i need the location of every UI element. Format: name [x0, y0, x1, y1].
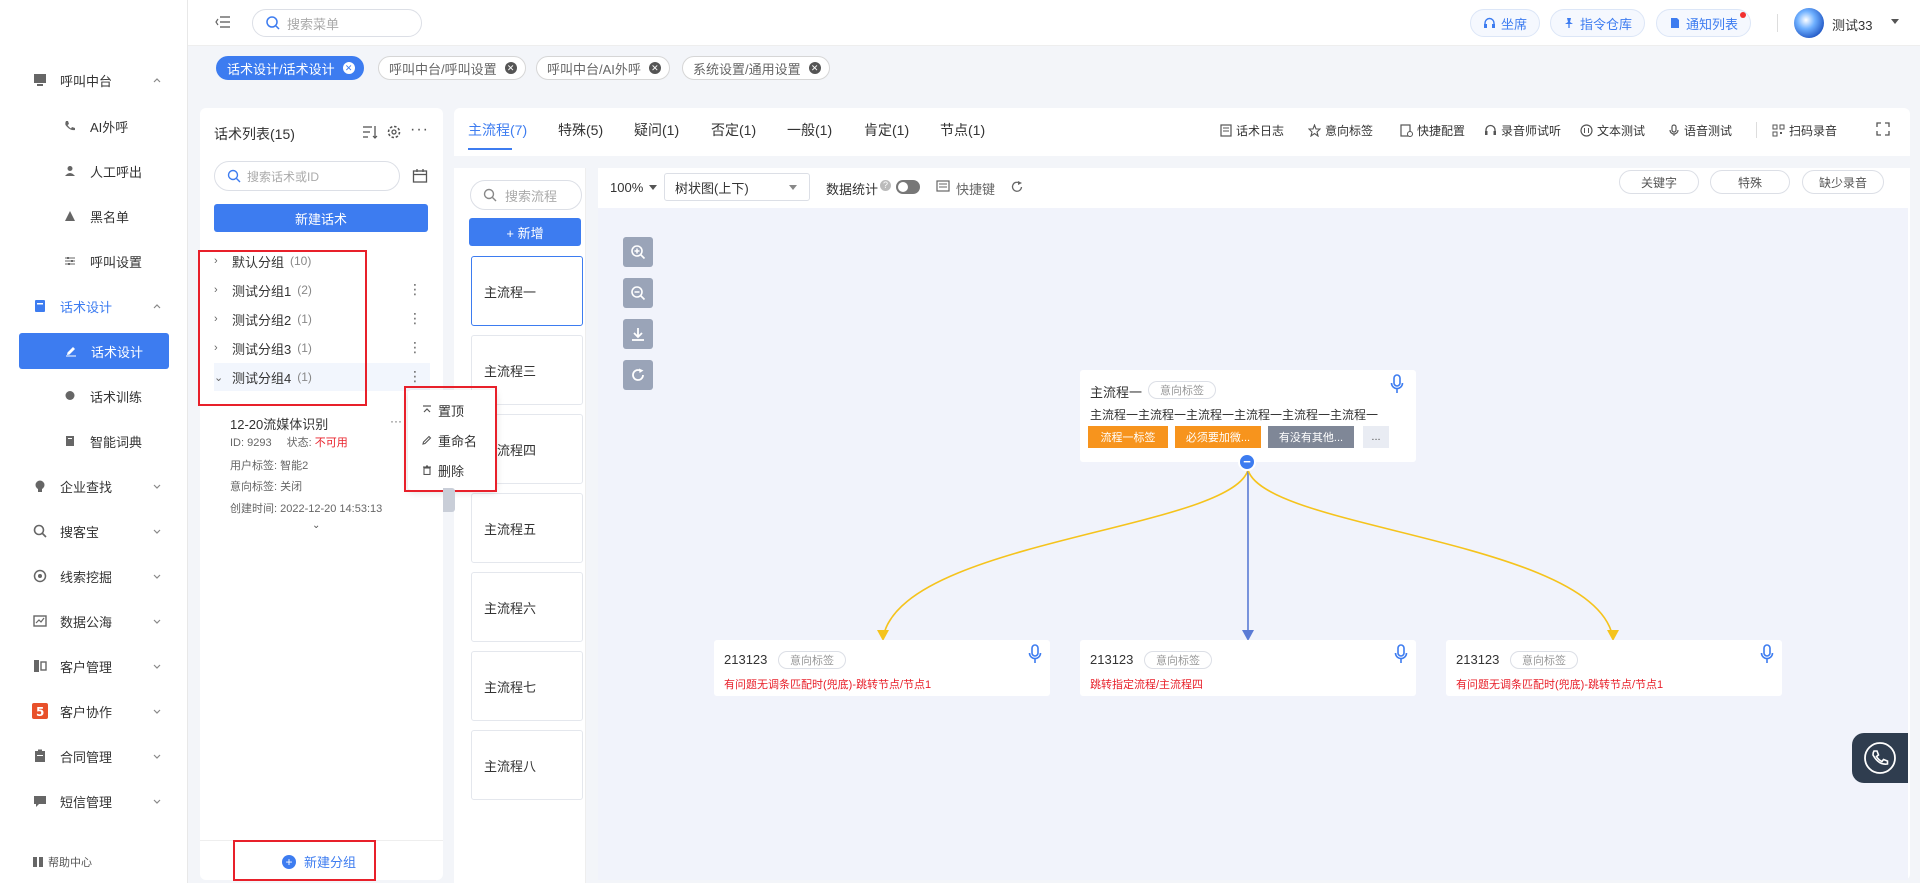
- microphone-icon[interactable]: [1390, 374, 1404, 394]
- collapse-node-icon[interactable]: −: [1238, 453, 1256, 471]
- node-text: 有问题无调条匹配时(兜底)-跳转节点/节点1: [724, 679, 932, 691]
- node-title: 213123: [1090, 652, 1134, 667]
- node-title: 213123: [1456, 652, 1500, 667]
- intent-tag-badge[interactable]: 意向标签: [1148, 381, 1216, 399]
- node-tag-button[interactable]: 有没有其他...: [1268, 426, 1354, 448]
- highlight-box: [404, 386, 497, 492]
- flow-node-root[interactable]: 主流程一 意向标签 主流程一主流程一主流程一主流程一主流程一主流程一 流程一标签…: [1080, 370, 1416, 471]
- node-tag-button[interactable]: 必须要加微...: [1175, 426, 1261, 448]
- intent-tag-badge[interactable]: 意向标签: [778, 651, 846, 669]
- microphone-icon[interactable]: [1760, 644, 1774, 664]
- floating-call-widget[interactable]: [1852, 733, 1908, 783]
- node-tag-button[interactable]: 流程一标签: [1088, 426, 1168, 448]
- flow-connectors: [877, 469, 1619, 641]
- node-more-button[interactable]: ...: [1363, 426, 1389, 448]
- flow-node-child[interactable]: 213123 意向标签 有问题无调条匹配时(兜底)-跳转节点/节点1: [1446, 640, 1782, 696]
- node-text: 主流程一主流程一主流程一主流程一主流程一主流程一: [1090, 408, 1379, 422]
- panel-collapse-handle[interactable]: [443, 488, 455, 512]
- phone-icon: [1864, 742, 1896, 774]
- intent-tag-badge[interactable]: 意向标签: [1144, 651, 1212, 669]
- flow-node-child[interactable]: 213123 意向标签 跳转指定流程/主流程四: [1080, 640, 1416, 696]
- flow-node-child[interactable]: 213123 意向标签 有问题无调条匹配时(兜底)-跳转节点/节点1: [714, 640, 1050, 696]
- node-title: 213123: [724, 652, 768, 667]
- node-text: 跳转指定流程/主流程四: [1090, 679, 1204, 691]
- intent-tag-badge[interactable]: 意向标签: [1510, 651, 1578, 669]
- node-title: 主流程一: [1090, 385, 1143, 400]
- node-text: 有问题无调条匹配时(兜底)-跳转节点/节点1: [1456, 679, 1664, 691]
- microphone-icon[interactable]: [1028, 644, 1042, 664]
- microphone-icon[interactable]: [1394, 644, 1408, 664]
